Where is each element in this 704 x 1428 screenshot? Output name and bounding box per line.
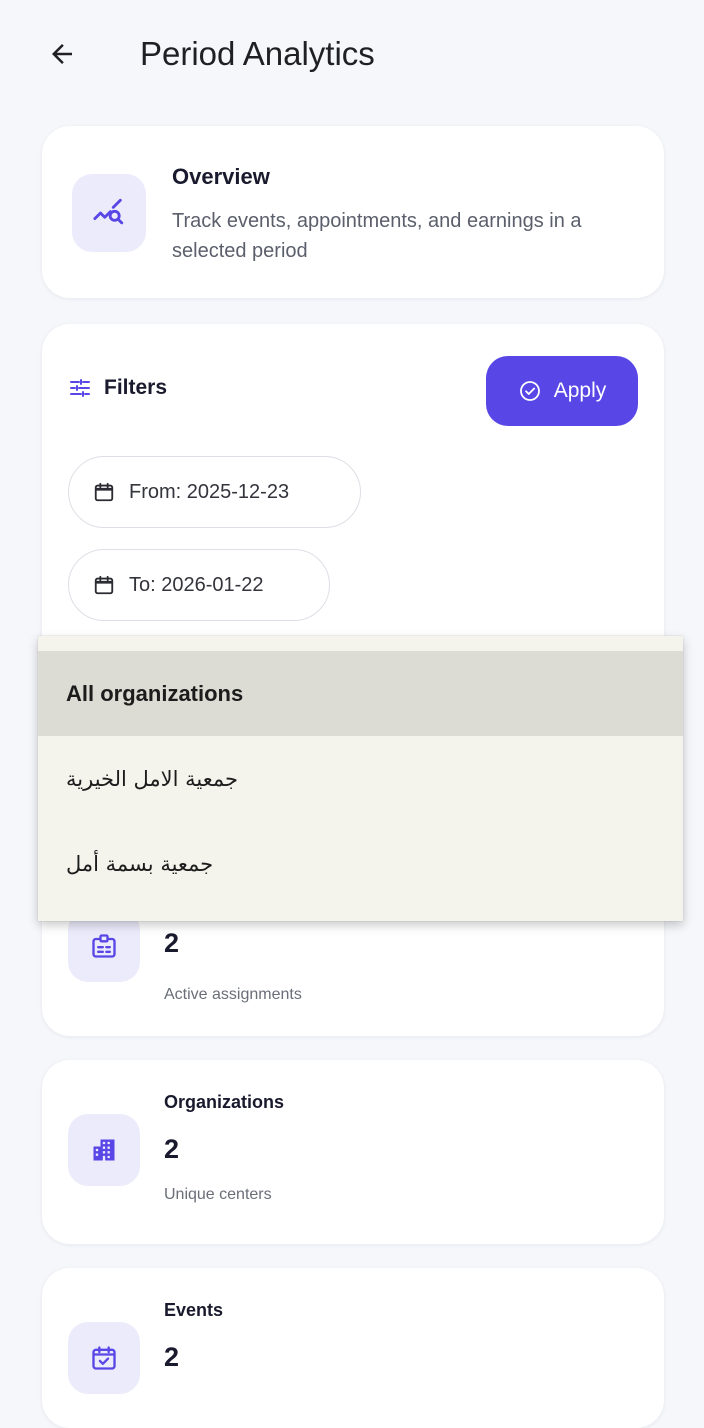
check-circle-icon xyxy=(519,381,540,401)
menu-item-all-organizations[interactable]: All organizations xyxy=(38,651,683,736)
events-title: Events xyxy=(164,1300,224,1320)
organizations-subtitle: Unique centers xyxy=(164,1186,272,1203)
building-icon xyxy=(93,1139,115,1161)
calendar-check-icon xyxy=(92,1346,116,1370)
assignments-value: 2 xyxy=(164,928,180,958)
overview-card: Overview Track events, appointments, and… xyxy=(42,126,664,298)
apply-button[interactable]: Apply xyxy=(486,356,638,426)
assignments-subtitle: Active assignments xyxy=(164,986,302,1003)
filters-header: Filters xyxy=(68,376,167,400)
page-title: Period Analytics xyxy=(140,35,375,72)
overview-title: Overview xyxy=(172,164,270,189)
calendar-icon xyxy=(94,575,114,595)
organizations-card: Organizations 2 Unique centers xyxy=(42,1060,664,1244)
badge-icon xyxy=(92,934,116,958)
app-bar: Period Analytics xyxy=(0,0,704,100)
organization-dropdown-menu: All organizations جمعية الامل الخيرية جم… xyxy=(38,636,683,921)
to-date-label: To: 2026-01-22 xyxy=(129,573,264,596)
back-button[interactable] xyxy=(38,30,86,78)
filters-card: Filters Apply From: 2025-12-23 To: 2026-… xyxy=(42,324,664,684)
arrow-left-icon xyxy=(52,44,72,64)
from-date-label: From: 2025-12-23 xyxy=(129,480,290,503)
apply-label: Apply xyxy=(553,379,607,402)
to-date-chip[interactable]: To: 2026-01-22 xyxy=(68,549,330,621)
menu-item-organization[interactable]: جمعية بسمة أمل xyxy=(38,821,683,906)
organizations-icon-box xyxy=(68,1114,140,1186)
events-icon-box xyxy=(68,1322,140,1394)
organizations-value: 2 xyxy=(164,1134,180,1164)
events-value: 2 xyxy=(164,1342,180,1372)
from-date-chip[interactable]: From: 2025-12-23 xyxy=(68,456,361,528)
overview-icon-box xyxy=(72,174,146,252)
overview-description: Track events, appointments, and earnings… xyxy=(172,210,582,262)
analytics-search-icon xyxy=(93,198,124,225)
events-card: Events 2 xyxy=(42,1268,664,1428)
menu-top-padding xyxy=(38,636,683,651)
calendar-icon xyxy=(94,482,114,502)
tune-icon xyxy=(70,379,90,397)
organizations-title: Organizations xyxy=(164,1092,285,1112)
menu-item-organization[interactable]: جمعية الامل الخيرية xyxy=(38,736,683,821)
filters-label: Filters xyxy=(104,376,168,399)
